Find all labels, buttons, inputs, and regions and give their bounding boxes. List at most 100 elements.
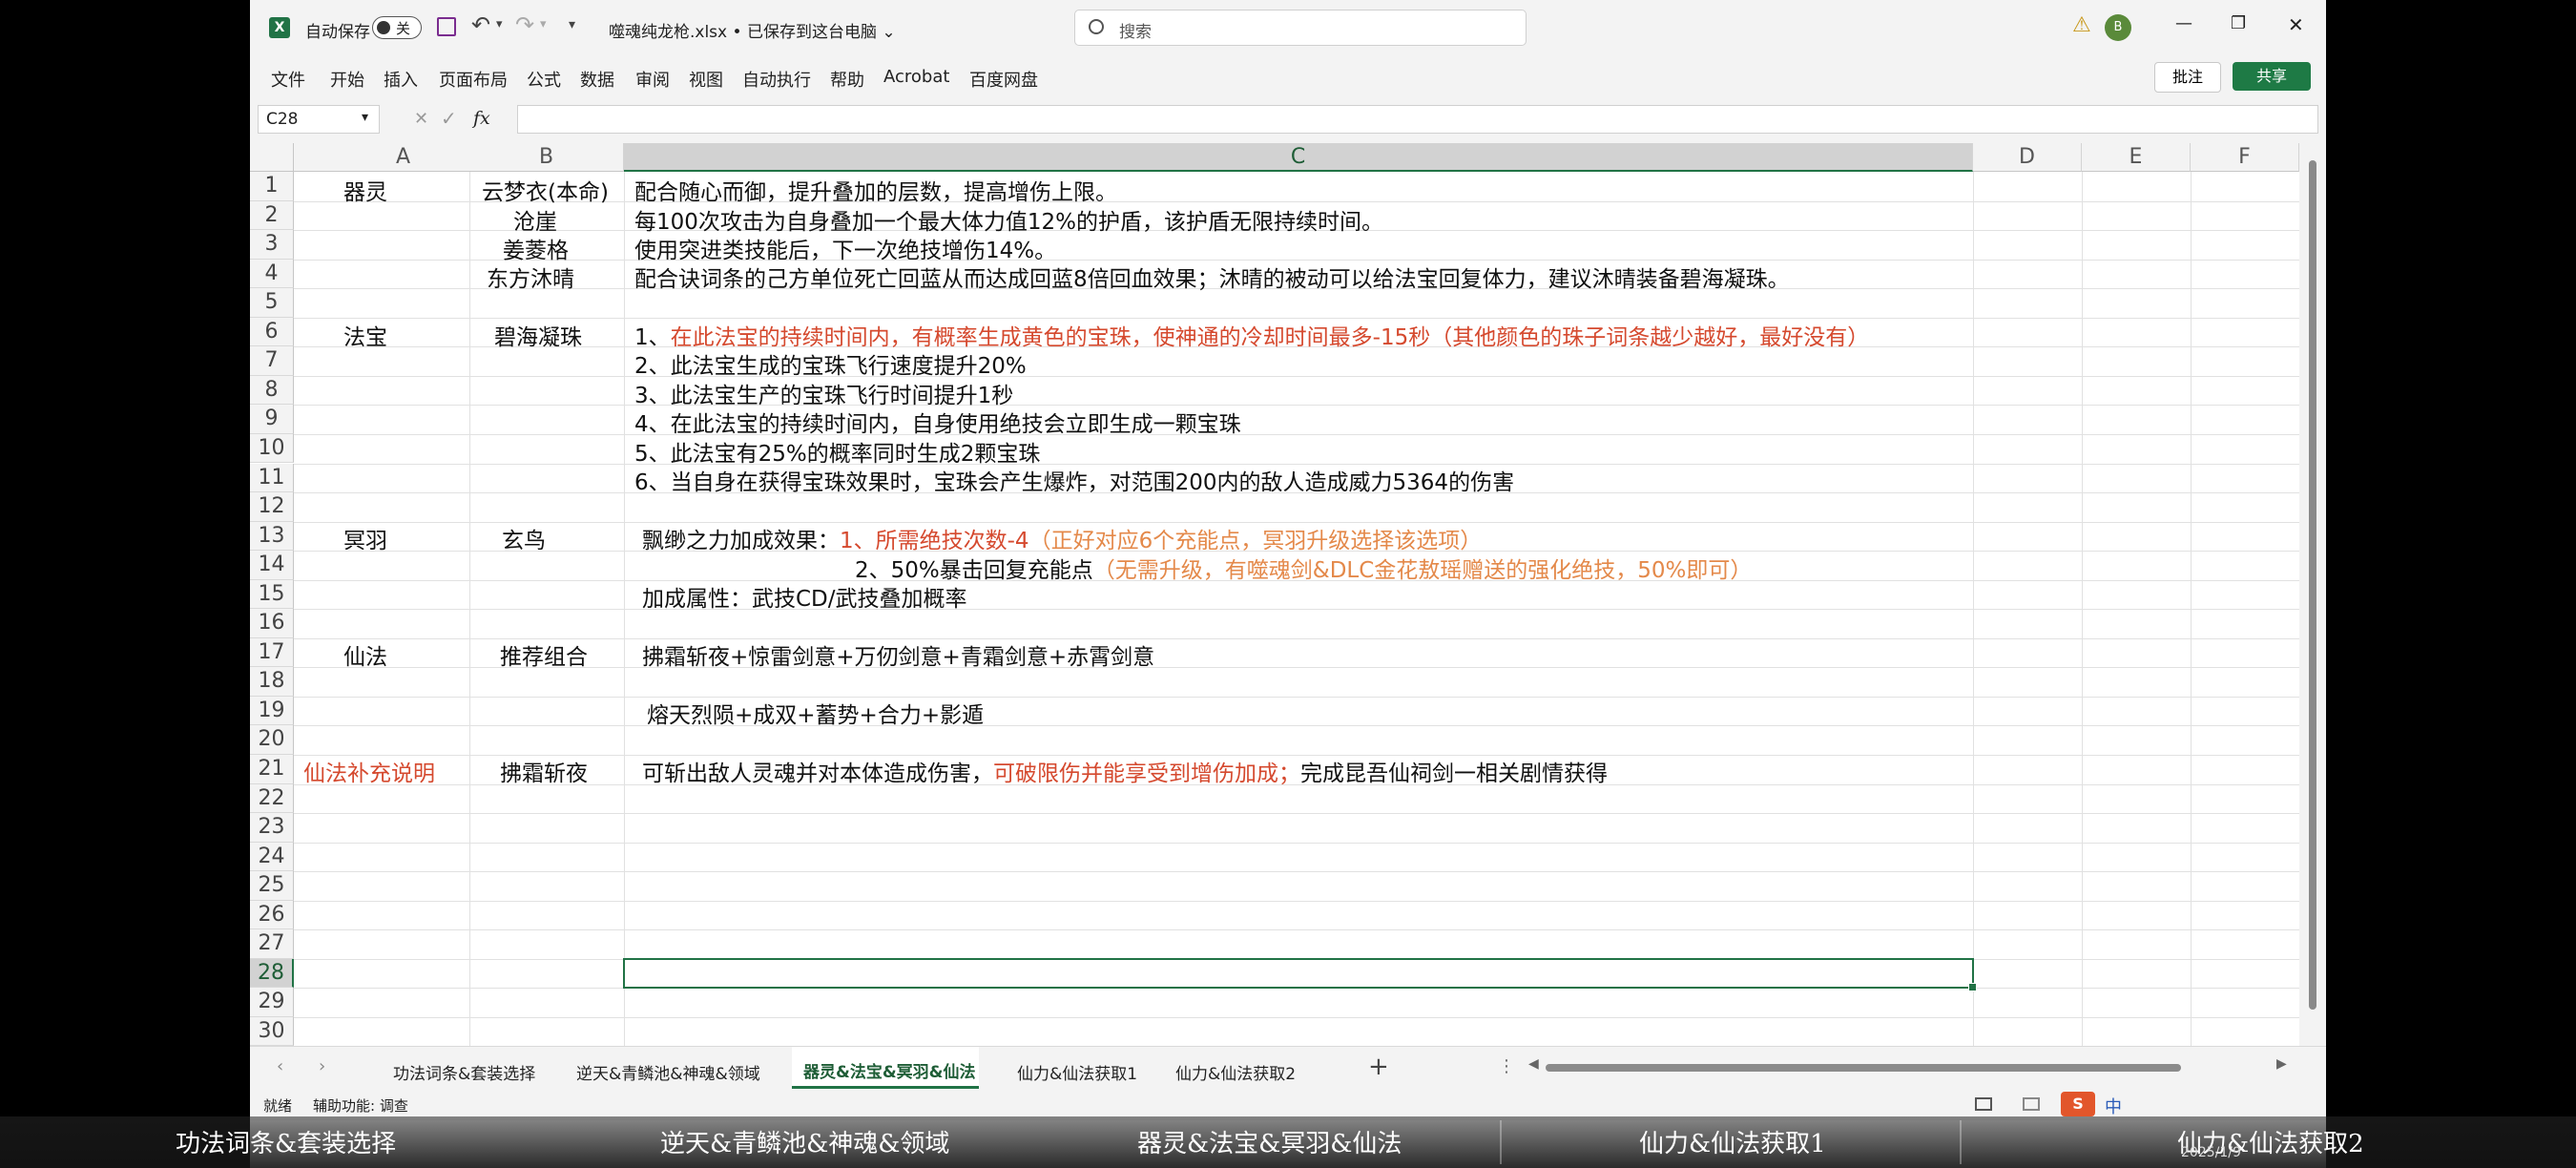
- cell-b4[interactable]: 东方沐晴: [487, 261, 574, 293]
- active-cell-c28[interactable]: [623, 958, 1977, 991]
- share-button[interactable]: 共享: [2233, 62, 2311, 91]
- customize-toolbar-icon[interactable]: ▾: [569, 17, 575, 32]
- menu-view[interactable]: 视图: [689, 67, 723, 92]
- redo-dropdown-icon[interactable]: ▾: [540, 17, 547, 31]
- row-header[interactable]: 21: [250, 755, 294, 784]
- row-header[interactable]: 17: [250, 637, 294, 668]
- menu-baidu-netdisk[interactable]: 百度网盘: [969, 67, 1038, 92]
- redo-icon[interactable]: ↷: [515, 11, 534, 38]
- row-header[interactable]: 13: [250, 521, 294, 552]
- vertical-scroll-thumb[interactable]: [2309, 160, 2316, 1010]
- scroll-left-icon[interactable]: ◀: [1528, 1056, 1539, 1072]
- accessibility-status[interactable]: 辅助功能: 调查: [313, 1095, 408, 1116]
- column-header-b[interactable]: B: [469, 143, 624, 172]
- row-header[interactable]: 26: [250, 900, 294, 930]
- undo-icon[interactable]: ↶: [471, 11, 490, 38]
- row-header[interactable]: 1: [250, 172, 294, 201]
- horizontal-scroll-thumb[interactable]: [1546, 1064, 2181, 1072]
- column-header-d[interactable]: D: [1973, 143, 2082, 172]
- insert-function-icon[interactable]: fx: [473, 108, 490, 129]
- menu-data[interactable]: 数据: [580, 67, 614, 92]
- row-header[interactable]: 14: [250, 551, 294, 580]
- cell-c13[interactable]: 飘缈之力加成效果：1、所需绝技次数-4（正好对应6个充能点，冥羽升级选择该选项）: [642, 522, 1482, 554]
- cell-c7[interactable]: 2、此法宝生成的宝珠飞行速度提升20%: [634, 347, 1027, 380]
- cell-b17[interactable]: 推荐组合: [500, 638, 588, 671]
- row-header[interactable]: 12: [250, 492, 294, 522]
- comments-button[interactable]: 批注: [2154, 62, 2221, 93]
- cell-c9[interactable]: 4、在此法宝的持续时间内，自身使用绝技会立即生成一颗宝珠: [634, 406, 1241, 438]
- row-header[interactable]: 4: [250, 259, 294, 289]
- row-header[interactable]: 30: [250, 1016, 294, 1047]
- save-icon[interactable]: [437, 17, 456, 36]
- cell-c21[interactable]: 可斩出敌人灵魂并对本体造成伤害，可破限伤并能享受到增伤加成；完成昆吾仙祠剑一相关…: [642, 755, 1608, 787]
- fill-handle[interactable]: [1968, 983, 1977, 991]
- row-header[interactable]: 22: [250, 783, 294, 814]
- warning-icon[interactable]: ⚠: [2072, 13, 2091, 37]
- page-layout-view-icon[interactable]: [2023, 1097, 2040, 1111]
- sheet-tab-2[interactable]: 逆天&青鳞池&神魂&领域: [576, 1060, 760, 1084]
- row-header[interactable]: 23: [250, 813, 294, 843]
- cell-c1[interactable]: 配合随心而御，提升叠加的层数，提高增伤上限。: [634, 174, 1117, 206]
- menu-insert[interactable]: 插入: [384, 67, 418, 92]
- column-header-e[interactable]: E: [2082, 143, 2191, 172]
- sheet-tab-4[interactable]: 仙力&仙法获取1: [1017, 1060, 1137, 1084]
- menu-help[interactable]: 帮助: [830, 67, 864, 92]
- column-header-c[interactable]: C: [624, 143, 1973, 172]
- vertical-scrollbar[interactable]: [2299, 143, 2326, 1046]
- cell-c11[interactable]: 6、当自身在获得宝珠效果时，宝珠会产生爆炸，对范围200内的敌人造成威力5364…: [634, 464, 1514, 496]
- cell-c3[interactable]: 使用突进类技能后，下一次绝技增伤14%。: [634, 232, 1056, 264]
- row-header[interactable]: 25: [250, 871, 294, 901]
- cell-c17[interactable]: 拂霜斩夜+惊雷剑意+万仞剑意+青霜剑意+赤霄剑意: [642, 638, 1154, 671]
- cell-a6[interactable]: 法宝: [343, 319, 387, 351]
- sheet-tab-5[interactable]: 仙力&仙法获取2: [1175, 1060, 1296, 1084]
- normal-view-icon[interactable]: [1975, 1097, 1992, 1111]
- add-sheet-icon[interactable]: +: [1368, 1053, 1389, 1081]
- name-box[interactable]: C28 ▾: [258, 105, 380, 134]
- worksheet-grid[interactable]: A B C D E F 1 2 3 4 5 6 7 8 9 10 11 12 13 14 15 16 17 18 1…: [250, 143, 2326, 1048]
- select-all-corner[interactable]: [250, 143, 294, 172]
- confirm-entry-icon[interactable]: ✓: [441, 107, 457, 130]
- formula-input[interactable]: [517, 105, 2318, 134]
- cell-a21[interactable]: 仙法补充说明: [303, 755, 435, 787]
- file-name[interactable]: 噬魂纯龙枪.xlsx • 已保存到这台电脑 ⌄: [609, 18, 896, 42]
- row-header[interactable]: 27: [250, 929, 294, 959]
- row-header[interactable]: 19: [250, 696, 294, 726]
- restore-icon[interactable]: ❐: [2231, 13, 2246, 33]
- menu-automate[interactable]: 自动执行: [742, 67, 811, 92]
- ime-logo-icon[interactable]: S: [2061, 1092, 2095, 1116]
- undo-dropdown-icon[interactable]: ▾: [496, 17, 503, 31]
- cell-b2[interactable]: 沧崖: [513, 203, 557, 236]
- cell-a17[interactable]: 仙法: [343, 638, 387, 671]
- sheet-tab-1[interactable]: 功法词条&套装选择: [393, 1060, 535, 1084]
- row-header[interactable]: 3: [250, 230, 294, 260]
- row-header[interactable]: 10: [250, 433, 294, 464]
- avatar[interactable]: B: [2105, 14, 2131, 41]
- menu-review[interactable]: 审阅: [635, 67, 670, 92]
- ime-mode[interactable]: 中: [2105, 1094, 2122, 1118]
- row-header[interactable]: 11: [250, 463, 294, 493]
- menu-page-layout[interactable]: 页面布局: [439, 67, 508, 92]
- cell-b3[interactable]: 姜菱格: [503, 232, 569, 264]
- row-header[interactable]: 15: [250, 579, 294, 610]
- prev-sheet-icon[interactable]: ‹: [277, 1056, 283, 1076]
- cell-b13[interactable]: 玄鸟: [502, 522, 546, 554]
- column-header-f[interactable]: F: [2191, 143, 2299, 172]
- row-header[interactable]: 2: [250, 200, 294, 231]
- cell-c4[interactable]: 配合诀词条的己方单位死亡回蓝从而达成回蓝8倍回血效果；沐晴的被动可以给法宝回复体…: [634, 261, 1790, 293]
- search-box[interactable]: 搜索: [1074, 10, 1527, 46]
- menu-formulas[interactable]: 公式: [527, 67, 561, 92]
- cell-c15[interactable]: 加成属性：武技CD/武技叠加概率: [642, 580, 967, 613]
- row-header[interactable]: 7: [250, 346, 294, 376]
- row-header[interactable]: 16: [250, 609, 294, 638]
- menu-acrobat[interactable]: Acrobat: [883, 67, 949, 87]
- row-header[interactable]: 8: [250, 375, 294, 406]
- row-header[interactable]: 20: [250, 725, 294, 755]
- cell-c19[interactable]: 熔天烈陨+成双+蓄势+合力+影遁: [647, 697, 984, 729]
- cancel-entry-icon[interactable]: ✕: [414, 109, 428, 129]
- scroll-right-icon[interactable]: ▶: [2276, 1056, 2287, 1072]
- menu-home[interactable]: 开始: [330, 67, 364, 92]
- cell-c8[interactable]: 3、此法宝生产的宝珠飞行时间提升1秒: [634, 377, 1013, 409]
- close-icon[interactable]: ✕: [2288, 13, 2304, 36]
- cell-c10[interactable]: 5、此法宝有25%的概率同时生成2颗宝珠: [634, 435, 1040, 468]
- horizontal-scrollbar[interactable]: ◀ ▶: [1528, 1056, 2292, 1077]
